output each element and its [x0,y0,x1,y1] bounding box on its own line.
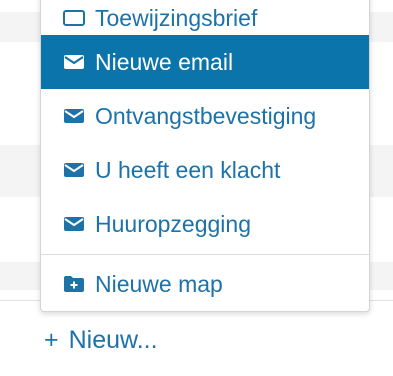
envelope-icon [63,215,85,233]
envelope-icon [63,107,85,125]
envelope-icon [63,53,85,71]
new-item-button[interactable]: + Nieuw... [44,326,158,355]
menu-item-label: Huuropzegging [95,210,252,237]
plus-icon: + [44,326,59,354]
menu-item-label: Ontvangstbevestiging [95,102,317,129]
menu-item-klacht[interactable]: U heeft een klacht [41,143,369,197]
menu-item-ontvangstbevestiging[interactable]: Ontvangstbevestiging [41,89,369,143]
menu-item-huuropzegging[interactable]: Huuropzegging [41,197,369,251]
new-item-label: Nieuw... [68,326,158,354]
menu-item-nieuwe-map[interactable]: Nieuwe map [41,257,369,311]
new-item-dropdown-menu: Toewijzingsbrief Nieuwe email Ontvangstb… [40,0,370,312]
menu-divider [41,254,369,255]
menu-item-label: Nieuwe map [95,270,223,297]
menu-item-label: Toewijzingsbrief [95,4,258,31]
envelope-icon [63,161,85,179]
folder-plus-icon [63,275,85,293]
menu-item-nieuwe-email[interactable]: Nieuwe email [41,35,369,89]
menu-item-label: U heeft een klacht [95,156,281,183]
envelope-icon [63,9,85,27]
menu-item-label: Nieuwe email [95,48,234,75]
